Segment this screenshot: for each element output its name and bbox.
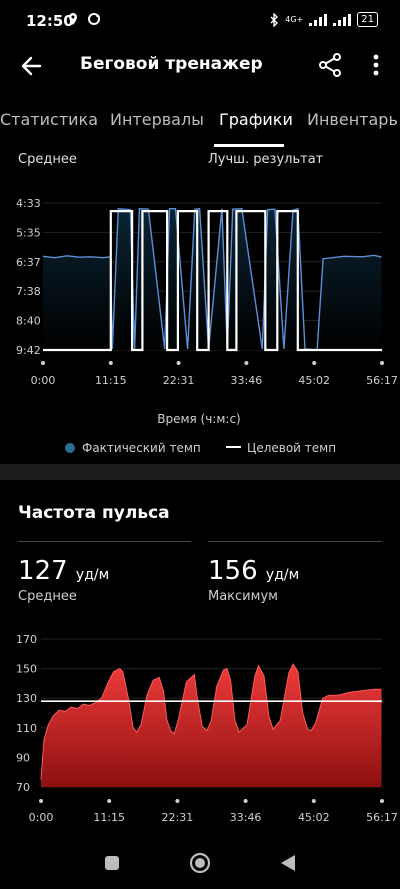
pace-average-label: Среднее (18, 152, 77, 167)
hr-x-tick-label: 45:02 (298, 811, 330, 824)
hr-x-tick-dot (380, 799, 384, 803)
bluetooth-icon (270, 12, 279, 27)
hr-y-tick-label: 170 (16, 633, 37, 646)
pace-y-tick-label: 8:40 (16, 315, 41, 328)
max-hr-number: 156 (208, 556, 258, 586)
hr-area (41, 664, 382, 787)
pace-best-label: Лучш. результат (208, 152, 324, 167)
hr-x-tick-dot (107, 799, 112, 803)
page-title: Беговой тренажер (80, 54, 263, 74)
legend-target-label: Целевой темп (247, 441, 336, 455)
signal-2-icon (333, 13, 352, 26)
pace-y-tick-label: 6:37 (16, 256, 41, 269)
tab-intervals[interactable]: Интервалы (110, 110, 204, 129)
avg-hr-value: 127 уд/м (18, 556, 109, 586)
hr-y-tick-label: 130 (16, 692, 37, 705)
pace-x-tick-label: 33:46 (231, 374, 263, 387)
share-icon[interactable] (318, 52, 342, 78)
section-divider (0, 464, 400, 480)
pace-x-tick-label: 0:00 (31, 374, 56, 387)
tab-active-indicator (214, 144, 284, 147)
legend-actual-label: Фактический темп (82, 441, 201, 455)
hr-x-tick-dot (175, 799, 180, 803)
legend-actual-dot (65, 443, 75, 453)
hr-y-tick-label: 110 (16, 722, 37, 735)
max-hr-label: Максимум (208, 589, 278, 604)
hr-x-tick-label: 33:46 (230, 811, 262, 824)
hr-x-tick-dot (311, 799, 316, 803)
pace-x-tick-dot (41, 361, 45, 365)
status-time: 12:50 (26, 12, 74, 30)
max-hr-unit: уд/м (265, 567, 300, 583)
hr-x-tick-label: 22:31 (162, 811, 194, 824)
pace-y-tick-label: 5:35 (16, 226, 41, 239)
tab-charts[interactable]: Графики (219, 110, 293, 129)
signal-icon (309, 13, 328, 26)
heart-rate-title: Частота пульса (18, 503, 170, 523)
avg-hr-number: 127 (18, 556, 68, 586)
back-nav-icon[interactable] (280, 854, 296, 872)
hr-x-tick-label: 11:15 (93, 811, 125, 824)
app-bar: Беговой тренажер (0, 44, 400, 88)
tab-equipment[interactable]: Инвентарь (307, 110, 398, 129)
tab-statistics[interactable]: Статистика (0, 110, 98, 129)
battery-icon: 21 (357, 12, 378, 27)
max-divider (208, 541, 382, 542)
avg-divider (18, 541, 191, 542)
pace-x-tick-label: 22:31 (163, 374, 195, 387)
more-vert-icon[interactable] (366, 52, 386, 78)
pace-x-tick-label: 11:15 (95, 374, 127, 387)
pace-x-tick-dot (312, 361, 317, 365)
pace-x-tick-label: 45:02 (298, 374, 330, 387)
system-nav-bar (0, 830, 400, 889)
pace-actual-area (43, 208, 382, 350)
pace-x-tick-label: 56:17 (366, 374, 398, 387)
network-type: 4G+ (285, 15, 304, 24)
tab-bar: Статистика Интервалы Графики Инвентарь (0, 110, 400, 147)
pace-x-tick-dot (108, 361, 113, 365)
pace-y-tick-label: 7:38 (16, 285, 41, 298)
home-icon[interactable] (189, 852, 211, 874)
hr-x-tick-label: 0:00 (29, 811, 54, 824)
hr-y-tick-label: 70 (16, 781, 30, 794)
status-bar: 12:50 4G+ 21 (0, 0, 400, 44)
location-icon (69, 13, 100, 25)
hr-x-tick-dot (243, 799, 248, 803)
recents-icon[interactable] (104, 855, 120, 871)
hr-y-tick-label: 90 (16, 751, 30, 764)
back-arrow-icon[interactable] (18, 52, 46, 80)
status-icons-left (68, 12, 108, 30)
status-icons-right: 4G+ 21 (269, 12, 378, 27)
pace-x-tick-dot (244, 361, 249, 365)
max-hr-value: 156 уд/м (208, 556, 299, 586)
hr-x-tick-dot (39, 799, 43, 803)
pace-y-tick-label: 9:42 (16, 344, 41, 357)
pace-x-axis-label: Время (ч:м:с) (157, 412, 241, 426)
pace-y-tick-label: 4:33 (16, 197, 41, 210)
pace-x-tick-dot (380, 361, 384, 365)
heart-rate-chart: 170 150 130 110 90 70 0:00 11:15 22:31 33:46 45:0… (16, 633, 398, 824)
pace-chart: 4:33 5:35 6:37 7:38 8:40 9:42 0:00 11:15 22:31 3… (16, 197, 398, 455)
avg-hr-unit: уд/м (75, 567, 110, 583)
pace-x-tick-dot (176, 361, 181, 365)
hr-x-tick-label: 56:17 (366, 811, 398, 824)
avg-hr-label: Среднее (18, 589, 77, 604)
hr-y-tick-label: 150 (16, 663, 37, 676)
